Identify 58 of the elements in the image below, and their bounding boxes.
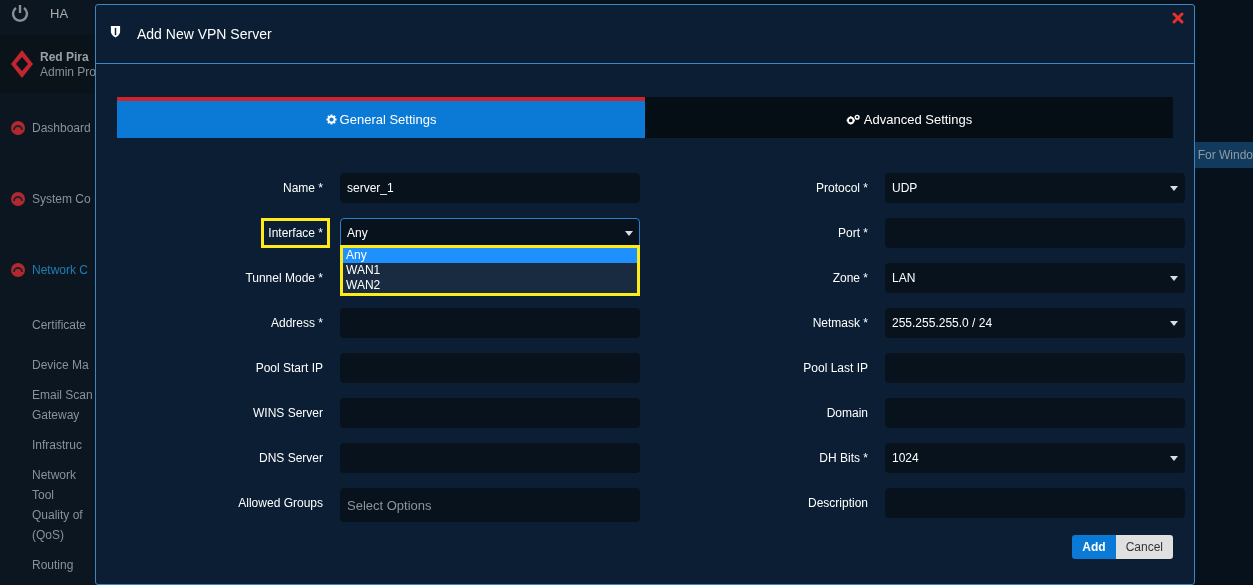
sidebar-item[interactable]: Infrastruc	[32, 435, 94, 455]
sidebar-item[interactable]: Email Scan Gateway	[32, 385, 94, 425]
field-label: Tunnel Mode *	[244, 270, 324, 287]
gauge-icon	[10, 191, 26, 207]
field-label: Interface *	[261, 218, 330, 248]
field-label: Domain	[825, 405, 869, 422]
field-label: Description	[806, 495, 869, 512]
caret-icon	[1170, 455, 1178, 461]
field-label: Protocol *	[814, 180, 869, 197]
sidebar-item[interactable]: Device Ma	[32, 355, 94, 375]
settings-tab[interactable]: General Settings	[117, 97, 645, 138]
sidebar-item[interactable]: Dashboard	[32, 118, 94, 139]
field-label: DNS Server	[258, 450, 324, 467]
dropdown-option[interactable]: Any	[343, 248, 637, 263]
sidebar-item[interactable]: Routing	[32, 555, 94, 575]
multiselect-field[interactable]: Select Options	[340, 488, 640, 522]
sidebar-item[interactable]: Quality of (QoS)	[32, 505, 94, 545]
ha-label: HA	[50, 5, 69, 21]
select-field[interactable]: 255.255.255.0 / 24	[885, 308, 1185, 338]
select-field[interactable]: LAN	[885, 263, 1185, 293]
field-label: WINS Server	[252, 405, 324, 422]
gears-icon	[845, 114, 861, 125]
caret-icon	[1170, 185, 1178, 191]
caret-icon	[1170, 320, 1178, 326]
sidebar-item[interactable]: Network C	[32, 259, 94, 280]
field-label: Pool Start IP	[254, 360, 324, 377]
field-label: DH Bits *	[818, 450, 869, 467]
field-label: Netmask *	[811, 315, 869, 332]
field-label: Pool Last IP	[802, 360, 869, 377]
field-label: Allowed Groups	[237, 495, 324, 512]
field-label: Zone *	[831, 270, 869, 287]
add-button[interactable]: Add	[1072, 535, 1116, 559]
shield-icon	[110, 24, 121, 38]
caret-icon	[1170, 275, 1178, 281]
dropdown-option[interactable]: WAN1	[343, 263, 637, 278]
field-label: Address *	[269, 315, 324, 332]
field-label: Port *	[837, 225, 869, 242]
gauge-icon	[10, 120, 26, 137]
profile-label: Admin Pro	[40, 64, 97, 79]
select-field[interactable]: 1024	[885, 443, 1185, 473]
dropdown-option[interactable]: WAN2	[343, 278, 637, 293]
gear-icon	[325, 114, 337, 125]
select-field[interactable]: UDP	[885, 173, 1185, 203]
brand-name: Red Pira	[40, 49, 90, 64]
sidebar-item[interactable]: Network Tool	[32, 465, 94, 505]
caret-icon	[625, 230, 633, 236]
sidebar-item[interactable]: System Co	[32, 189, 94, 209]
input-field[interactable]: server_1	[340, 173, 640, 203]
select-field[interactable]: Any	[340, 218, 640, 248]
field-label: Name *	[282, 180, 324, 197]
power-icon	[10, 3, 30, 23]
cancel-button[interactable]: Cancel	[1115, 535, 1173, 559]
close-icon[interactable]	[1172, 12, 1184, 24]
settings-tab[interactable]: Advanced Settings	[645, 97, 1173, 138]
dialog-title: Add New VPN Server	[137, 26, 272, 42]
logo-icon	[10, 49, 34, 79]
sidebar-item[interactable]: Certificate	[32, 315, 94, 335]
gauge-icon	[10, 261, 26, 278]
